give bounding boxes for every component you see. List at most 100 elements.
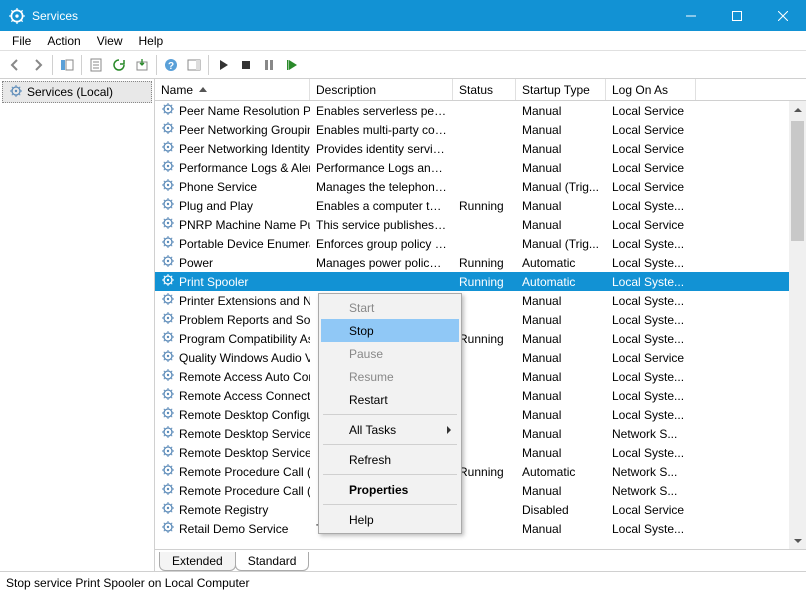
maximize-button[interactable]: [714, 0, 760, 31]
service-name: Performance Logs & Alerts: [179, 161, 310, 175]
forward-button[interactable]: [27, 54, 49, 76]
service-row[interactable]: Retail Demo ServiceThe Retail Demo servi…: [155, 519, 806, 538]
menu-action[interactable]: Action: [39, 33, 88, 49]
export-list-button[interactable]: [131, 54, 153, 76]
gear-icon: [161, 292, 175, 309]
restart-service-button[interactable]: [281, 54, 303, 76]
service-row[interactable]: Performance Logs & AlertsPerformance Log…: [155, 158, 806, 177]
column-header-name[interactable]: Name: [155, 79, 310, 100]
column-header-startup-type[interactable]: Startup Type: [516, 79, 606, 100]
minimize-button[interactable]: [668, 0, 714, 31]
service-row[interactable]: Peer Networking GroupingEnables multi-pa…: [155, 120, 806, 139]
service-row[interactable]: Program Compatibility Assi...RunningManu…: [155, 329, 806, 348]
show-hide-tree-button[interactable]: [56, 54, 78, 76]
scroll-down-button[interactable]: [789, 532, 806, 549]
column-header-description[interactable]: Description: [310, 79, 453, 100]
service-row[interactable]: Phone ServiceManages the telephony ...Ma…: [155, 177, 806, 196]
service-row[interactable]: PowerManages power policy a...RunningAut…: [155, 253, 806, 272]
service-name: Remote Access Auto Conne...: [179, 370, 310, 384]
context-menu-refresh[interactable]: Refresh: [321, 448, 459, 471]
list-body[interactable]: Peer Name Resolution Prot...Enables serv…: [155, 101, 806, 549]
context-menu-start[interactable]: Start: [321, 296, 459, 319]
scroll-up-button[interactable]: [789, 101, 806, 118]
list-panel: Name Description Status Startup Type Log…: [155, 79, 806, 571]
service-startup-type: Manual: [516, 294, 606, 308]
tab-extended[interactable]: Extended: [159, 552, 236, 571]
service-name: Print Spooler: [179, 275, 248, 289]
refresh-button[interactable]: [108, 54, 130, 76]
start-service-button[interactable]: [212, 54, 234, 76]
service-startup-type: Manual: [516, 332, 606, 346]
vertical-scrollbar[interactable]: [789, 101, 806, 549]
context-menu-pause[interactable]: Pause: [321, 342, 459, 365]
service-row[interactable]: Print SpoolerRunningAutomaticLocal Syste…: [155, 272, 806, 291]
gear-icon: [161, 178, 175, 195]
window-title: Services: [32, 9, 668, 23]
scroll-thumb[interactable]: [791, 121, 804, 241]
service-description: Enables a computer to r...: [310, 199, 453, 213]
service-row[interactable]: Remote Desktop Services U...ManualLocal …: [155, 443, 806, 462]
gear-icon: [161, 216, 175, 233]
service-log-on-as: Local Syste...: [606, 256, 696, 270]
service-row[interactable]: Remote Procedure Call (RP...ManualNetwor…: [155, 481, 806, 500]
context-menu-help[interactable]: Help: [321, 508, 459, 531]
help-button[interactable]: ?: [160, 54, 182, 76]
context-menu-resume[interactable]: Resume: [321, 365, 459, 388]
service-row[interactable]: Remote Access Auto Conne...ManualLocal S…: [155, 367, 806, 386]
service-status: Running: [453, 199, 516, 213]
context-menu-all-tasks[interactable]: All Tasks: [321, 418, 459, 441]
show-hide-action-pane-button[interactable]: [183, 54, 205, 76]
service-description: Enables serverless peer n...: [310, 104, 453, 118]
service-name: Power: [179, 256, 213, 270]
service-log-on-as: Local Service: [606, 180, 696, 194]
tree-root-services-local[interactable]: Services (Local): [2, 81, 152, 103]
service-log-on-as: Local Service: [606, 161, 696, 175]
service-row[interactable]: Plug and PlayEnables a computer to r...R…: [155, 196, 806, 215]
context-menu-separator: [323, 504, 457, 505]
gear-icon: [161, 501, 175, 518]
properties-button[interactable]: [85, 54, 107, 76]
svg-text:?: ?: [168, 61, 174, 72]
gear-icon: [9, 84, 23, 101]
service-row[interactable]: Peer Networking Identity M...Provides id…: [155, 139, 806, 158]
service-row[interactable]: Remote Procedure Call (RPC)RunningAutoma…: [155, 462, 806, 481]
stop-service-button[interactable]: [235, 54, 257, 76]
service-row[interactable]: Printer Extensions and Notif...ManualLoc…: [155, 291, 806, 310]
menu-help[interactable]: Help: [131, 33, 172, 49]
service-startup-type: Manual (Trig...: [516, 237, 606, 251]
back-button[interactable]: [4, 54, 26, 76]
service-row[interactable]: Peer Name Resolution Prot...Enables serv…: [155, 101, 806, 120]
service-row[interactable]: Portable Device Enumerator...Enforces gr…: [155, 234, 806, 253]
pause-service-button[interactable]: [258, 54, 280, 76]
service-startup-type: Manual: [516, 218, 606, 232]
service-row[interactable]: Quality Windows Audio Vid...ManualLocal …: [155, 348, 806, 367]
context-menu-stop[interactable]: Stop: [321, 319, 459, 342]
service-name: Remote Procedure Call (RP...: [179, 484, 310, 498]
service-row[interactable]: Remote Access Connection...ManualLocal S…: [155, 386, 806, 405]
column-header-status[interactable]: Status: [453, 79, 516, 100]
service-row[interactable]: Remote Desktop ServicesManualNetwork S..…: [155, 424, 806, 443]
service-row[interactable]: Remote Desktop Configurat...ManualLocal …: [155, 405, 806, 424]
column-header-log-on-as[interactable]: Log On As: [606, 79, 696, 100]
tree-panel: Services (Local): [0, 79, 155, 571]
context-menu-properties[interactable]: Properties: [321, 478, 459, 501]
context-menu-separator: [323, 444, 457, 445]
close-button[interactable]: [760, 0, 806, 31]
service-name: Quality Windows Audio Vid...: [179, 351, 310, 365]
service-log-on-as: Local Syste...: [606, 275, 696, 289]
service-name: Printer Extensions and Notif...: [179, 294, 310, 308]
tab-standard[interactable]: Standard: [235, 552, 310, 571]
gear-icon: [161, 387, 175, 404]
app-icon: [8, 7, 26, 25]
context-menu-restart[interactable]: Restart: [321, 388, 459, 411]
service-log-on-as: Local Service: [606, 142, 696, 156]
gear-icon: [161, 311, 175, 328]
service-row[interactable]: PNRP Machine Name Publi...This service p…: [155, 215, 806, 234]
menu-view[interactable]: View: [89, 33, 131, 49]
service-row[interactable]: Problem Reports and Soluti...ManualLocal…: [155, 310, 806, 329]
gear-icon: [161, 273, 175, 290]
gear-icon: [161, 406, 175, 423]
menu-file[interactable]: File: [4, 33, 39, 49]
service-row[interactable]: Remote RegistryDisabledLocal Service: [155, 500, 806, 519]
service-log-on-as: Network S...: [606, 427, 696, 441]
